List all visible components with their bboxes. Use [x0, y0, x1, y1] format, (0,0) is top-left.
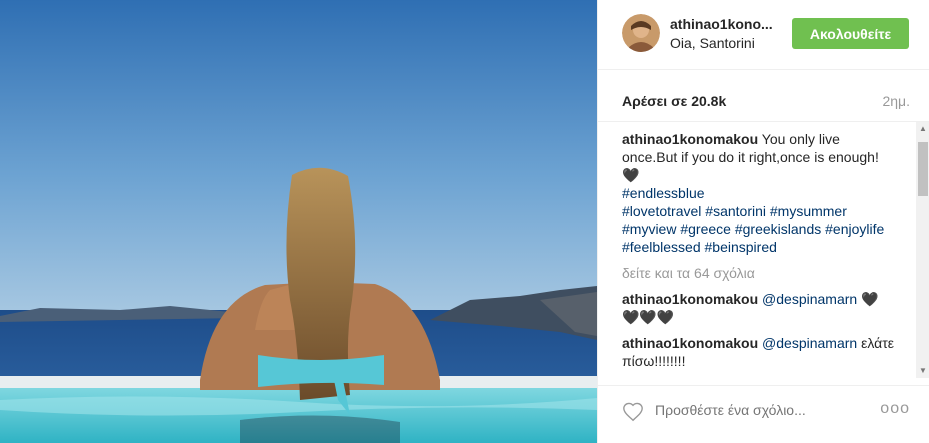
- comment-item: athinao1konomakou @despinamarn ελάτε πίσ…: [622, 334, 894, 370]
- hashtag[interactable]: #mysummer: [770, 203, 847, 219]
- comments-scrollbar[interactable]: ▲ ▼: [916, 122, 929, 378]
- more-options-icon[interactable]: ooo: [880, 400, 910, 418]
- location-link[interactable]: Oia, Santorini: [670, 35, 755, 51]
- hashtag[interactable]: #greekislands: [735, 221, 821, 237]
- avatar[interactable]: [622, 14, 660, 52]
- post-header: athinao1kono... Oia, Santorini Ακολουθεί…: [598, 0, 929, 70]
- caption: athinao1konomakou You only live once.But…: [622, 130, 894, 256]
- add-comment-input[interactable]: [655, 402, 855, 418]
- heart-icon[interactable]: [622, 401, 644, 423]
- hashtag-list: #endlessblue #lovetotravel #santorini #m…: [622, 184, 894, 256]
- hashtag[interactable]: #santorini: [705, 203, 766, 219]
- comment-username[interactable]: athinao1konomakou: [622, 335, 758, 351]
- hashtag[interactable]: #enjoylife: [825, 221, 884, 237]
- post-side-panel: athinao1kono... Oia, Santorini Ακολουθεί…: [597, 0, 929, 443]
- hashtag[interactable]: #greece: [680, 221, 731, 237]
- hashtag[interactable]: #endlessblue: [622, 185, 705, 201]
- username[interactable]: athinao1kono...: [670, 16, 773, 32]
- hashtag[interactable]: #lovetotravel: [622, 203, 701, 219]
- comments-list: athinao1konomakou You only live once.But…: [622, 130, 894, 370]
- comment-footer: ooo: [598, 385, 929, 443]
- hashtag[interactable]: #myview: [622, 221, 676, 237]
- comment-mention[interactable]: @despinamarn: [762, 291, 857, 307]
- scroll-down-icon[interactable]: ▼: [916, 364, 929, 378]
- scroll-up-icon[interactable]: ▲: [916, 122, 929, 136]
- comments-section: athinao1konomakou You only live once.But…: [598, 122, 929, 378]
- post-photo[interactable]: [0, 0, 597, 443]
- view-all-comments-link[interactable]: δείτε και τα 64 σχόλια: [622, 264, 894, 282]
- likes-count[interactable]: Αρέσει σε 20.8k: [622, 93, 726, 109]
- comment-item: athinao1konomakou @despinamarn 🖤🖤🖤🖤: [622, 290, 894, 326]
- hashtag[interactable]: #feelblessed: [622, 239, 701, 255]
- comment-username[interactable]: athinao1konomakou: [622, 291, 758, 307]
- likes-row: Αρέσει σε 20.8k 2ημ.: [598, 70, 929, 122]
- scrollbar-thumb[interactable]: [918, 142, 928, 196]
- comment-mention[interactable]: @despinamarn: [762, 335, 857, 351]
- hashtag[interactable]: #beinspired: [705, 239, 777, 255]
- post-time[interactable]: 2ημ.: [882, 93, 910, 109]
- follow-button[interactable]: Ακολουθείτε: [792, 18, 909, 49]
- caption-username[interactable]: athinao1konomakou: [622, 131, 758, 147]
